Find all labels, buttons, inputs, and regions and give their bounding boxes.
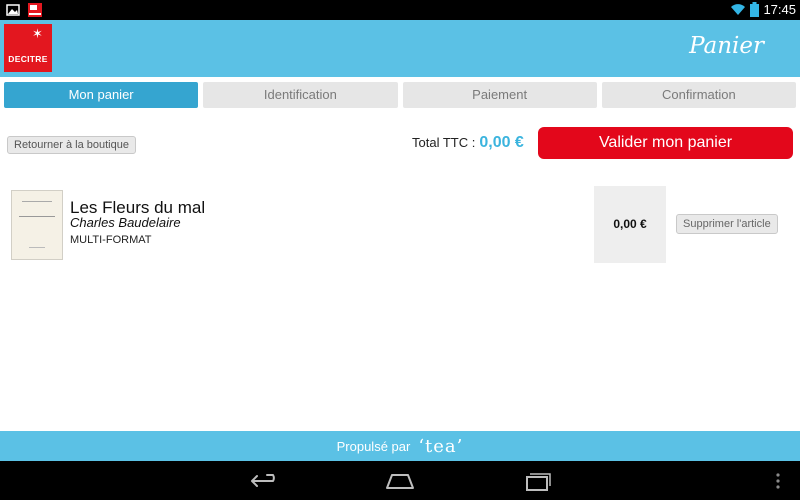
total-amount: 0,00 € (479, 134, 524, 151)
total-label: Total TTC : (412, 135, 476, 150)
status-bar: 17:45 (0, 0, 800, 20)
navigation-bar (0, 461, 800, 500)
item-author: Charles Baudelaire (70, 215, 181, 230)
status-notifications (6, 3, 42, 17)
footer: Propulsé par ‘tea’ (0, 431, 800, 461)
remove-item-button[interactable]: Supprimer l'article (676, 214, 778, 234)
status-time: 17:45 (763, 2, 796, 17)
item-price: 0,00 € (594, 186, 666, 263)
recent-apps-icon[interactable] (518, 470, 554, 492)
step-identification[interactable]: Identification (203, 82, 398, 108)
cover-detail (19, 216, 55, 217)
app-bar: ✶ DECITRE Panier (0, 20, 800, 77)
home-icon[interactable] (382, 470, 418, 492)
step-confirmation[interactable]: Confirmation (601, 82, 796, 108)
cart-item: Les Fleurs du mal Charles Baudelaire MUL… (0, 180, 800, 270)
checkout-steps: Mon panier Identification Paiement Confi… (4, 82, 796, 108)
step-mon-panier[interactable]: Mon panier (4, 82, 199, 108)
step-paiement[interactable]: Paiement (402, 82, 597, 108)
cover-detail (22, 201, 52, 202)
overflow-menu-icon[interactable] (768, 470, 788, 492)
logo-text: DECITRE (8, 54, 48, 64)
decitre-logo[interactable]: ✶ DECITRE (4, 24, 52, 72)
status-system: 17:45 (730, 2, 796, 17)
page-title: Panier (689, 33, 764, 59)
image-icon (6, 4, 20, 16)
star-icon: ✶ (32, 26, 43, 41)
cover-detail (29, 247, 45, 248)
tea-logo: ‘tea’ (418, 435, 464, 457)
validate-cart-button[interactable]: Valider mon panier (538, 127, 793, 159)
back-to-shop-button[interactable]: Retourner à la boutique (7, 136, 136, 154)
item-format: MULTI-FORMAT (70, 234, 152, 246)
powered-by: Propulsé par ‘tea’ (337, 431, 464, 461)
wifi-icon (731, 4, 746, 15)
book-cover[interactable] (11, 190, 63, 260)
battery-icon (750, 2, 760, 17)
powered-by-label: Propulsé par (336, 438, 411, 454)
cart-total: Total TTC : 0,00 € (412, 134, 524, 152)
decitre-app-icon (28, 3, 42, 17)
back-icon[interactable] (247, 470, 283, 492)
